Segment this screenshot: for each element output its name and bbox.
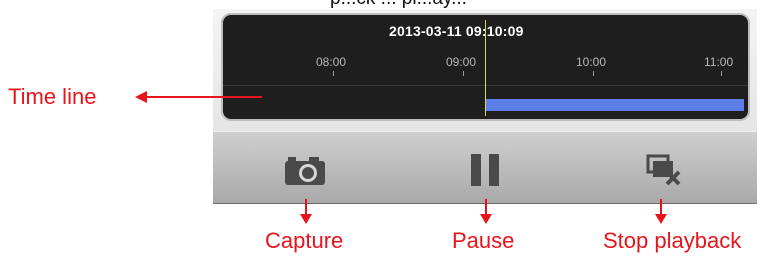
- pause-icon: [471, 154, 499, 186]
- tick-mark: [333, 71, 334, 76]
- cropped-caption-text: p...ck ... pl...ay...: [330, 0, 690, 8]
- down-arrow-icon: [300, 214, 312, 224]
- tick-mark: [463, 71, 464, 76]
- timeline-panel[interactable]: 2013-03-11 09:10:09 08:00 09:00 10:00 11…: [221, 13, 750, 121]
- stop-playback-annotation-label: Stop playback: [603, 228, 742, 253]
- stop-playback-button[interactable]: [641, 150, 685, 190]
- tick-label: 11:00: [704, 55, 734, 69]
- tick-label: 08:00: [316, 55, 347, 69]
- tick-label: 09:00: [446, 55, 477, 69]
- current-datetime: 2013-03-11 09:10:09: [389, 23, 524, 39]
- recording-segment[interactable]: [485, 99, 744, 111]
- left-arrow-icon: [135, 91, 147, 103]
- pause-annotation-label: Pause: [452, 228, 515, 253]
- down-arrow-icon: [480, 214, 492, 224]
- stop-playback-icon: [646, 154, 681, 186]
- playback-controls: [213, 131, 757, 204]
- capture-annotation-label: Capture: [265, 228, 344, 253]
- down-arrow-icon: [655, 214, 667, 224]
- camera-icon: [285, 157, 325, 185]
- capture-button[interactable]: [283, 150, 327, 190]
- tick-mark: [721, 71, 722, 76]
- timeline-annotation-arrow: [146, 96, 262, 98]
- tick-label: 10:00: [576, 55, 607, 69]
- tick-mark: [593, 71, 594, 76]
- timeline-annotation-label: Time line: [8, 84, 97, 109]
- playhead-cursor[interactable]: [485, 20, 486, 116]
- pause-button[interactable]: [463, 150, 507, 190]
